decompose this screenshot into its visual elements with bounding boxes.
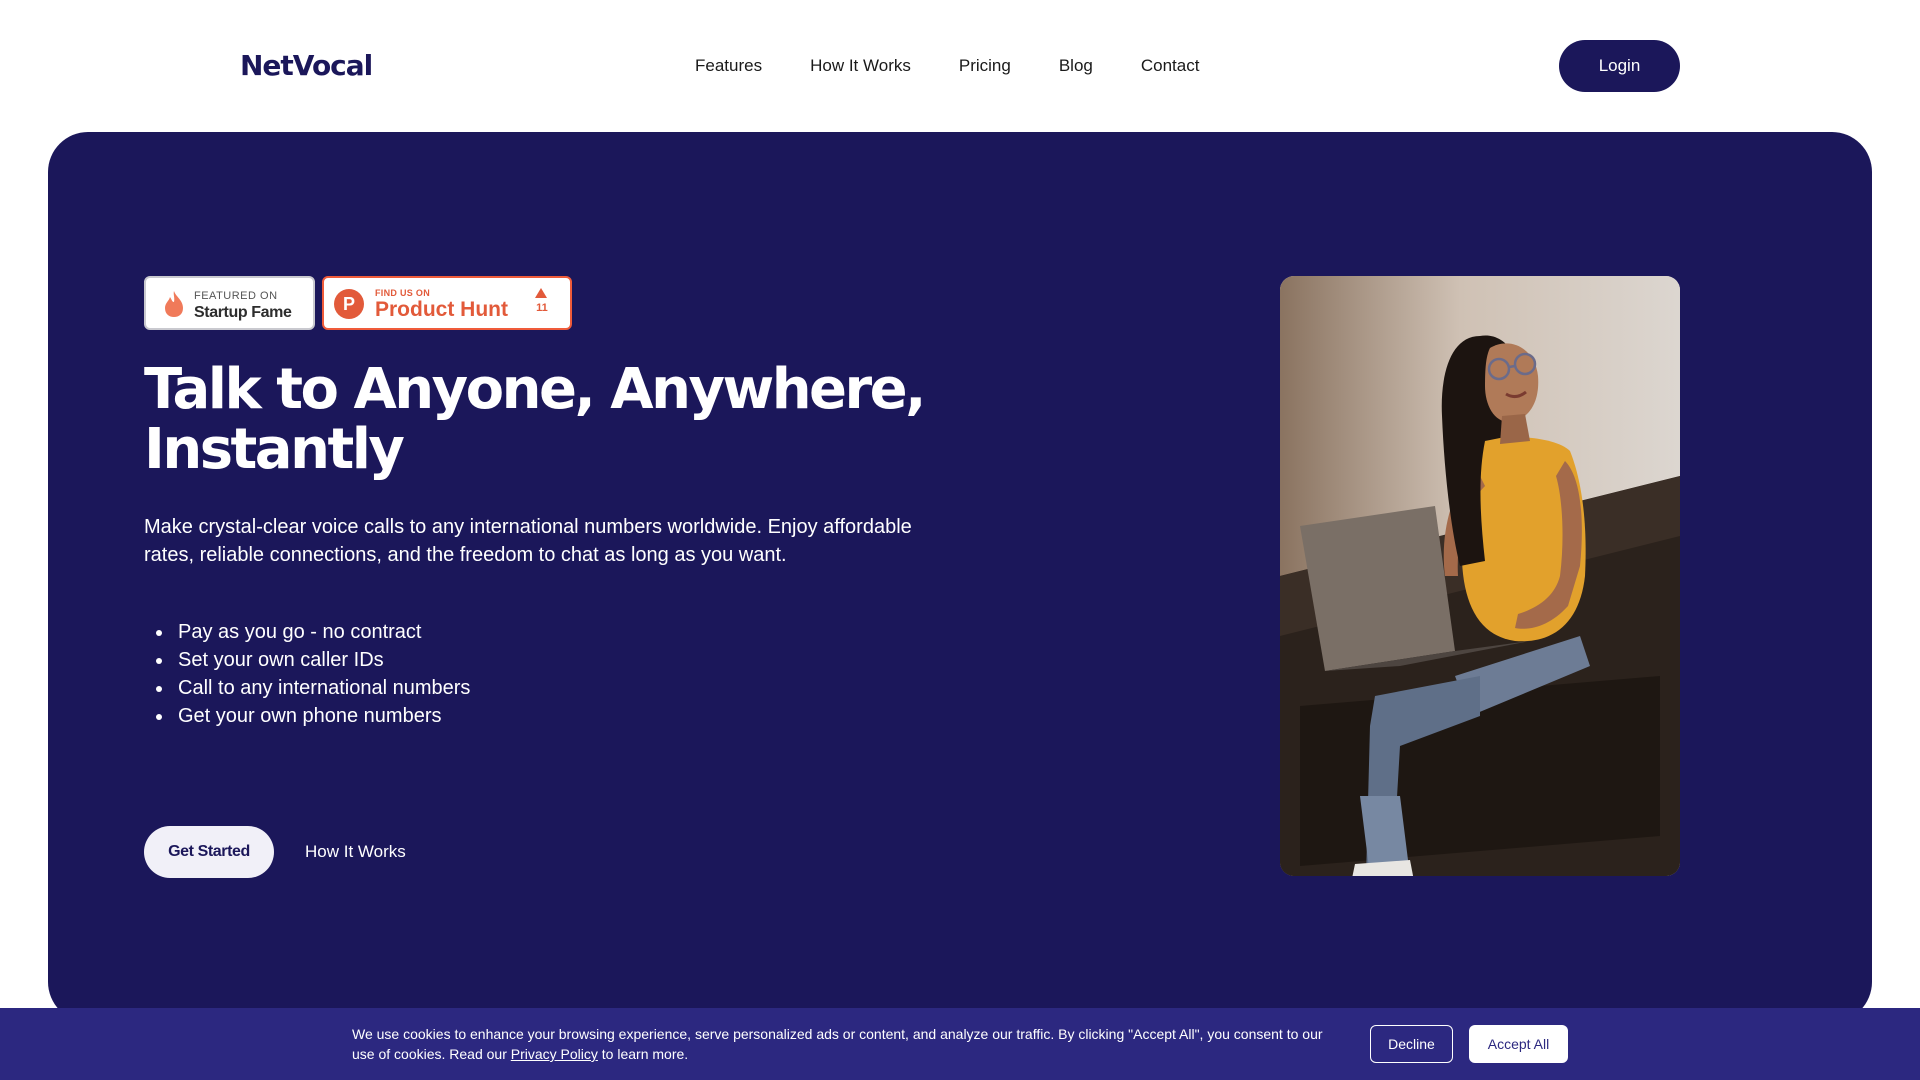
nav-link-features[interactable]: Features [695, 54, 762, 78]
cookie-text-part: We use cookies to enhance your browsing … [352, 1026, 1323, 1062]
site-header: NetVocal Features How It Works Pricing B… [0, 0, 1920, 132]
badge-caption: FEATURED ON [194, 290, 278, 302]
startup-fame-badge[interactable]: FEATURED ON Startup Fame [144, 276, 315, 330]
cookie-banner: We use cookies to enhance your browsing … [0, 1008, 1920, 1080]
logo[interactable]: NetVocal [240, 48, 373, 84]
main-nav: Features How It Works Pricing Blog Conta… [695, 54, 1199, 78]
get-started-button[interactable]: Get Started [144, 826, 274, 878]
nav-link-contact[interactable]: Contact [1141, 54, 1200, 78]
nav-link-blog[interactable]: Blog [1059, 54, 1093, 78]
hero-photo [1280, 276, 1680, 876]
upvote-count: 11 [536, 302, 548, 314]
badge-caption: FIND US ON [375, 288, 431, 298]
feature-item: Call to any international numbers [174, 674, 674, 702]
decline-cookies-button[interactable]: Decline [1370, 1025, 1453, 1063]
nav-link-pricing[interactable]: Pricing [959, 54, 1011, 78]
headline-line-2: Instantly [144, 417, 405, 482]
cookie-text-part: to learn more. [597, 1046, 689, 1062]
product-hunt-badge[interactable]: P FIND US ON Product Hunt 11 [322, 276, 572, 330]
headline-line-1: Talk to Anyone, Anywhere, [144, 357, 926, 422]
product-hunt-logo-icon: P [334, 289, 364, 319]
feature-item: Get your own phone numbers [174, 702, 674, 730]
badge-title: Product Hunt [375, 298, 508, 321]
cookie-message: We use cookies to enhance your browsing … [352, 1024, 1342, 1064]
privacy-policy-link[interactable]: Privacy Policy [511, 1046, 598, 1062]
feature-item: Pay as you go - no contract [174, 618, 674, 646]
nav-link-how-it-works[interactable]: How It Works [810, 54, 911, 78]
upvote-arrow-icon [535, 288, 547, 298]
woman-with-laptop-image [1280, 276, 1680, 876]
flame-icon [165, 291, 183, 317]
how-it-works-link[interactable]: How It Works [305, 840, 406, 864]
feature-item: Set your own caller IDs [174, 646, 674, 674]
feature-list: Pay as you go - no contract Set your own… [174, 618, 674, 730]
badge-title: Startup Fame [194, 304, 292, 321]
hero-section: FEATURED ON Startup Fame P FIND US ON Pr… [48, 132, 1872, 1022]
hero-description: Make crystal-clear voice calls to any in… [144, 516, 912, 566]
login-button[interactable]: Login [1559, 40, 1680, 92]
accept-all-cookies-button[interactable]: Accept All [1469, 1025, 1568, 1063]
hero-headline: Talk to Anyone, Anywhere, Instantly [144, 360, 944, 480]
